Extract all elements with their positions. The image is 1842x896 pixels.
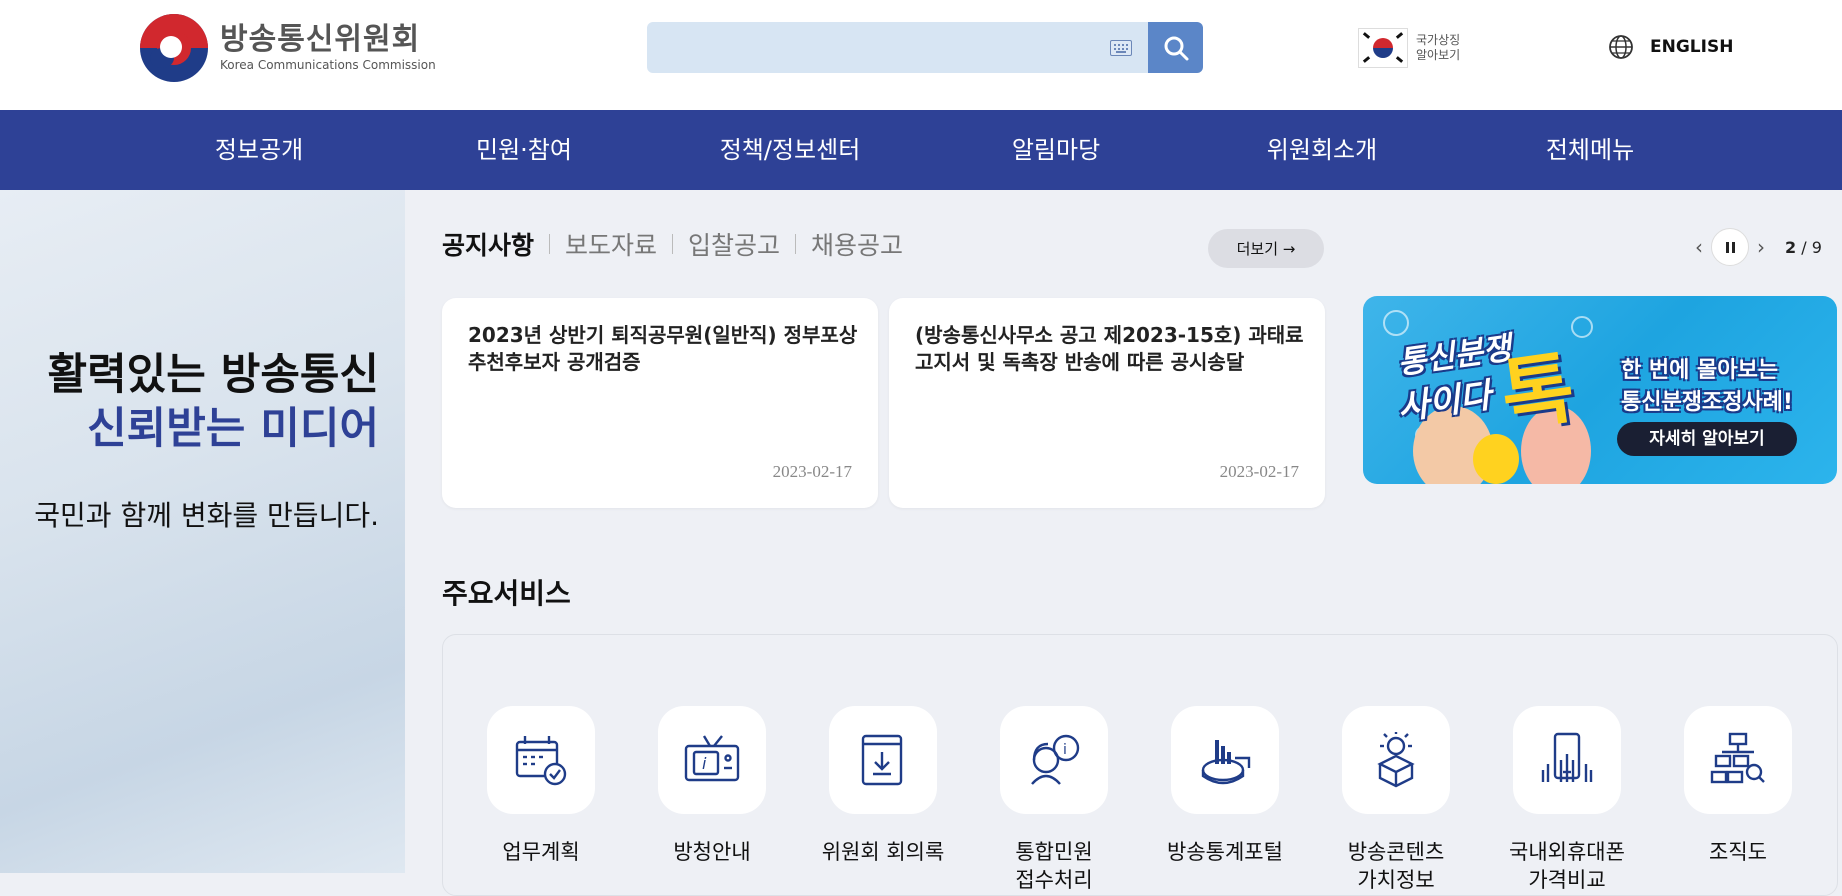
- language-label: ENGLISH: [1650, 37, 1734, 57]
- nav-item-notice-board[interactable]: 알림마당: [982, 110, 1130, 190]
- tv-info-icon: i: [684, 735, 740, 782]
- symbol-text-line1: 국가상징: [1416, 33, 1461, 47]
- service-label: 조직도: [1709, 840, 1767, 864]
- logo-title-en: Korea Communications Commission: [220, 58, 436, 72]
- chart-pie-icon: [1201, 740, 1251, 785]
- services-title: 주요서비스: [442, 577, 571, 610]
- search-icon: [1164, 36, 1188, 60]
- tab-divider: [549, 234, 551, 254]
- notice-card-date: 2023-02-17: [1219, 462, 1299, 481]
- service-meeting-minutes[interactable]: 위원회 회의록: [798, 706, 968, 866]
- service-label: 방청안내: [673, 840, 751, 864]
- document-download-icon: [861, 734, 903, 786]
- banner-detail-button[interactable]: 자세히 알아보기: [1617, 422, 1797, 456]
- idea-box-icon: [1377, 732, 1415, 788]
- service-work-plan[interactable]: 업무계획: [456, 706, 626, 866]
- banner-desc-1: 한 번에 몰아보는: [1621, 358, 1778, 383]
- service-label: 위원회 회의록: [821, 840, 945, 864]
- svg-text:i: i: [702, 754, 707, 773]
- service-org-chart[interactable]: 조직도: [1653, 706, 1823, 866]
- page-current: 2: [1785, 237, 1797, 257]
- nav-item-civil-participation[interactable]: 민원·참여: [450, 110, 598, 190]
- service-label: 통합민원 접수처리: [1015, 840, 1093, 892]
- nav-item-about-commission[interactable]: 위원회소개: [1248, 110, 1396, 190]
- national-symbol-link[interactable]: 국가상징 알아보기: [1358, 28, 1460, 68]
- search-button[interactable]: [1148, 22, 1203, 73]
- notice-tabs: 공지사항 보도자료 입찰공고 채용공고: [442, 226, 903, 262]
- main-nav: 정보공개 민원·참여 정책/정보센터 알림마당 위원회소개 전체메뉴: [0, 110, 1842, 190]
- nav-item-info-disclosure[interactable]: 정보공개: [185, 110, 333, 190]
- notice-card-date: 2023-02-17: [772, 462, 852, 481]
- service-label: 방송통계포털: [1167, 840, 1283, 864]
- nav-item-all-menu[interactable]: 전체메뉴: [1516, 110, 1664, 190]
- service-broadcast-stats[interactable]: 방송통계포털: [1140, 706, 1310, 866]
- service-label: 국내외휴대폰 가격비교: [1509, 840, 1625, 892]
- language-switch[interactable]: ENGLISH: [1608, 34, 1733, 60]
- notice-card-title: (방송통신사무소 공고 제2023-15호) 과태료 고지서 및 독촉장 반송에…: [915, 323, 1304, 374]
- consultant-info-icon: i: [1031, 734, 1080, 785]
- promo-banner[interactable]: 통신분쟁 사이다 톡 한 번에 몰아보는 통신분쟁조정사례! 자세히 알아보기: [1363, 296, 1837, 484]
- banner-desc-2: 통신분쟁조정사례!: [1621, 390, 1793, 415]
- taegeuk-logo-icon: [140, 14, 208, 82]
- page-total: / 9: [1801, 237, 1822, 257]
- prev-arrow-icon[interactable]: ‹: [1695, 235, 1703, 259]
- phone-compare-icon: [1541, 732, 1593, 782]
- org-chart-icon: [1710, 732, 1765, 784]
- virtual-keyboard-icon[interactable]: [1110, 40, 1132, 56]
- notice-card-title: 2023년 상반기 퇴직공무원(일반직) 정부포상 추천후보자 공개검증: [468, 323, 858, 374]
- nav-item-policy-center[interactable]: 정책/정보센터: [700, 110, 880, 190]
- site-header: 방송통신위원회 Korea Communications Commission …: [0, 0, 1842, 110]
- notice-card[interactable]: (방송통신사무소 공고 제2023-15호) 과태료 고지서 및 독촉장 반송에…: [889, 298, 1325, 508]
- tab-divider: [795, 234, 797, 254]
- symbol-text-line2: 알아보기: [1416, 48, 1461, 62]
- tab-notices[interactable]: 공지사항: [442, 226, 534, 262]
- pause-button[interactable]: [1711, 228, 1749, 266]
- more-button[interactable]: 더보기 →: [1208, 229, 1324, 268]
- banner-title-c: 톡: [1496, 343, 1580, 443]
- hero-headline-2: 신뢰받는 미디어: [87, 404, 379, 454]
- banner-pager: ‹ › 2 / 9: [1695, 228, 1822, 266]
- svg-text:i: i: [1063, 742, 1067, 758]
- service-label: 업무계획: [502, 840, 580, 864]
- service-audience-guide[interactable]: i 방청안내: [627, 706, 797, 866]
- hero-headline-1: 활력있는 방송통신: [47, 350, 379, 400]
- service-phone-price[interactable]: 국내외휴대폰 가격비교: [1482, 706, 1652, 894]
- site-logo[interactable]: 방송통신위원회 Korea Communications Commission: [140, 14, 436, 82]
- notice-card[interactable]: 2023년 상반기 퇴직공무원(일반직) 정부포상 추천후보자 공개검증 202…: [442, 298, 878, 508]
- hero-panel: 활력있는 방송통신 신뢰받는 미디어 국민과 함께 변화를 만듭니다.: [0, 190, 405, 873]
- calendar-check-icon: [515, 736, 567, 786]
- page-indicator: 2 / 9: [1785, 238, 1822, 257]
- tab-recruitment[interactable]: 채용공고: [811, 226, 903, 262]
- tab-bids[interactable]: 입찰공고: [688, 226, 780, 262]
- next-arrow-icon[interactable]: ›: [1757, 235, 1765, 259]
- logo-title-ko: 방송통신위원회: [220, 22, 421, 57]
- service-label: 방송콘텐츠 가치정보: [1347, 840, 1445, 892]
- search-input[interactable]: [647, 22, 1148, 73]
- korea-flag-icon: [1358, 28, 1408, 68]
- hero-subtext: 국민과 함께 변화를 만듭니다.: [34, 499, 379, 532]
- service-content-value[interactable]: 방송콘텐츠 가치정보: [1311, 706, 1481, 894]
- tab-press-releases[interactable]: 보도자료: [565, 226, 657, 262]
- tab-divider: [672, 234, 674, 254]
- globe-icon: [1609, 35, 1633, 59]
- service-civil-petition[interactable]: i 통합민원 접수처리: [969, 706, 1139, 894]
